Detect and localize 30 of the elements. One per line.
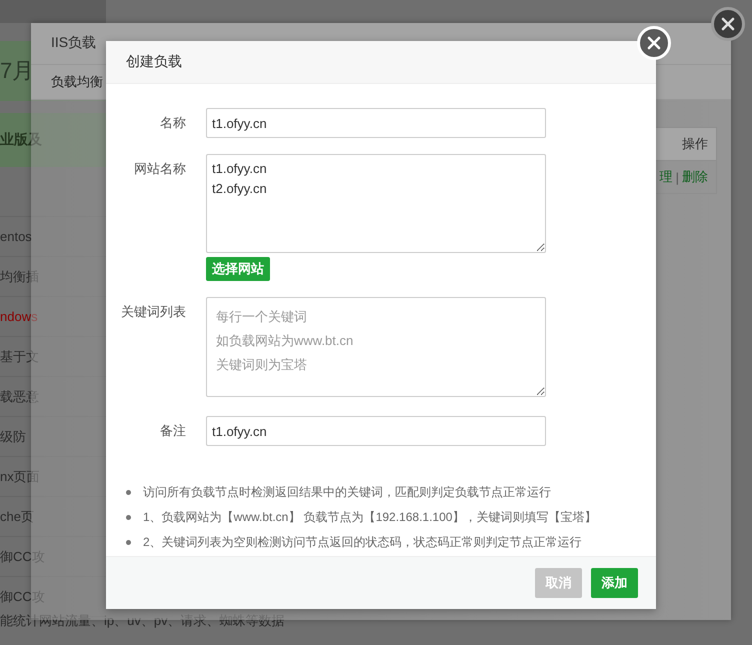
action-link[interactable]: 删除 xyxy=(682,168,708,186)
text-area[interactable]: t1.ofyy.cn t2.ofyy.cn xyxy=(206,154,546,253)
action-link[interactable]: 理 xyxy=(660,168,673,186)
input-field[interactable]: t1.ofyy.cn xyxy=(206,416,546,446)
field-label: 名称 xyxy=(159,114,187,132)
placeholder-text: 如负载网站为www.bt.cn xyxy=(216,332,354,350)
dialog-title: 创建负载 xyxy=(126,53,182,71)
field-label: 备注 xyxy=(159,422,187,440)
plugin-description: 能统计网站流量、ip、uv、pv、请求、蜘蛛等数据 xyxy=(0,612,285,630)
plugin-name: che页 xyxy=(0,508,34,526)
note-text: 2、关键词列表为空则检测访问节点返回的状态码，状态码正常则判定节点正常运行 xyxy=(143,534,582,551)
field-label: 关键词列表 xyxy=(120,303,187,321)
field-label: 网站名称 xyxy=(133,160,187,178)
select-site-button[interactable]: 选择网站 xyxy=(206,257,270,281)
note-text: 1、负载网站为【www.bt.cn】 负载节点为【192.168.1.100】，关键词则填写【宝塔】 xyxy=(143,509,596,526)
placeholder-text: 每行一个关键词 xyxy=(216,308,308,326)
plugin-name: ndows xyxy=(0,309,38,324)
plugin-name: 载恶意 xyxy=(0,388,39,406)
input-field[interactable]: t1.ofyy.cn xyxy=(206,108,546,138)
placeholder-text: 关键词则为宝塔 xyxy=(216,356,308,374)
banner-text: 业版及 xyxy=(0,113,106,167)
plugin-name: 基于文 xyxy=(0,348,39,366)
plugin-name: 均衡插 xyxy=(0,268,39,286)
note-text: 访问所有负载节点时检测返回结果中的关键词，匹配则判定负载节点正常运行 xyxy=(143,484,551,501)
plugin-name: entos xyxy=(0,229,32,244)
column-header: 操作 xyxy=(682,135,708,153)
add-button[interactable]: 添加 xyxy=(591,568,638,598)
separator: | xyxy=(676,170,679,184)
plugin-name: nx页面 xyxy=(0,468,40,486)
plugin-name: 级防 xyxy=(0,428,26,446)
